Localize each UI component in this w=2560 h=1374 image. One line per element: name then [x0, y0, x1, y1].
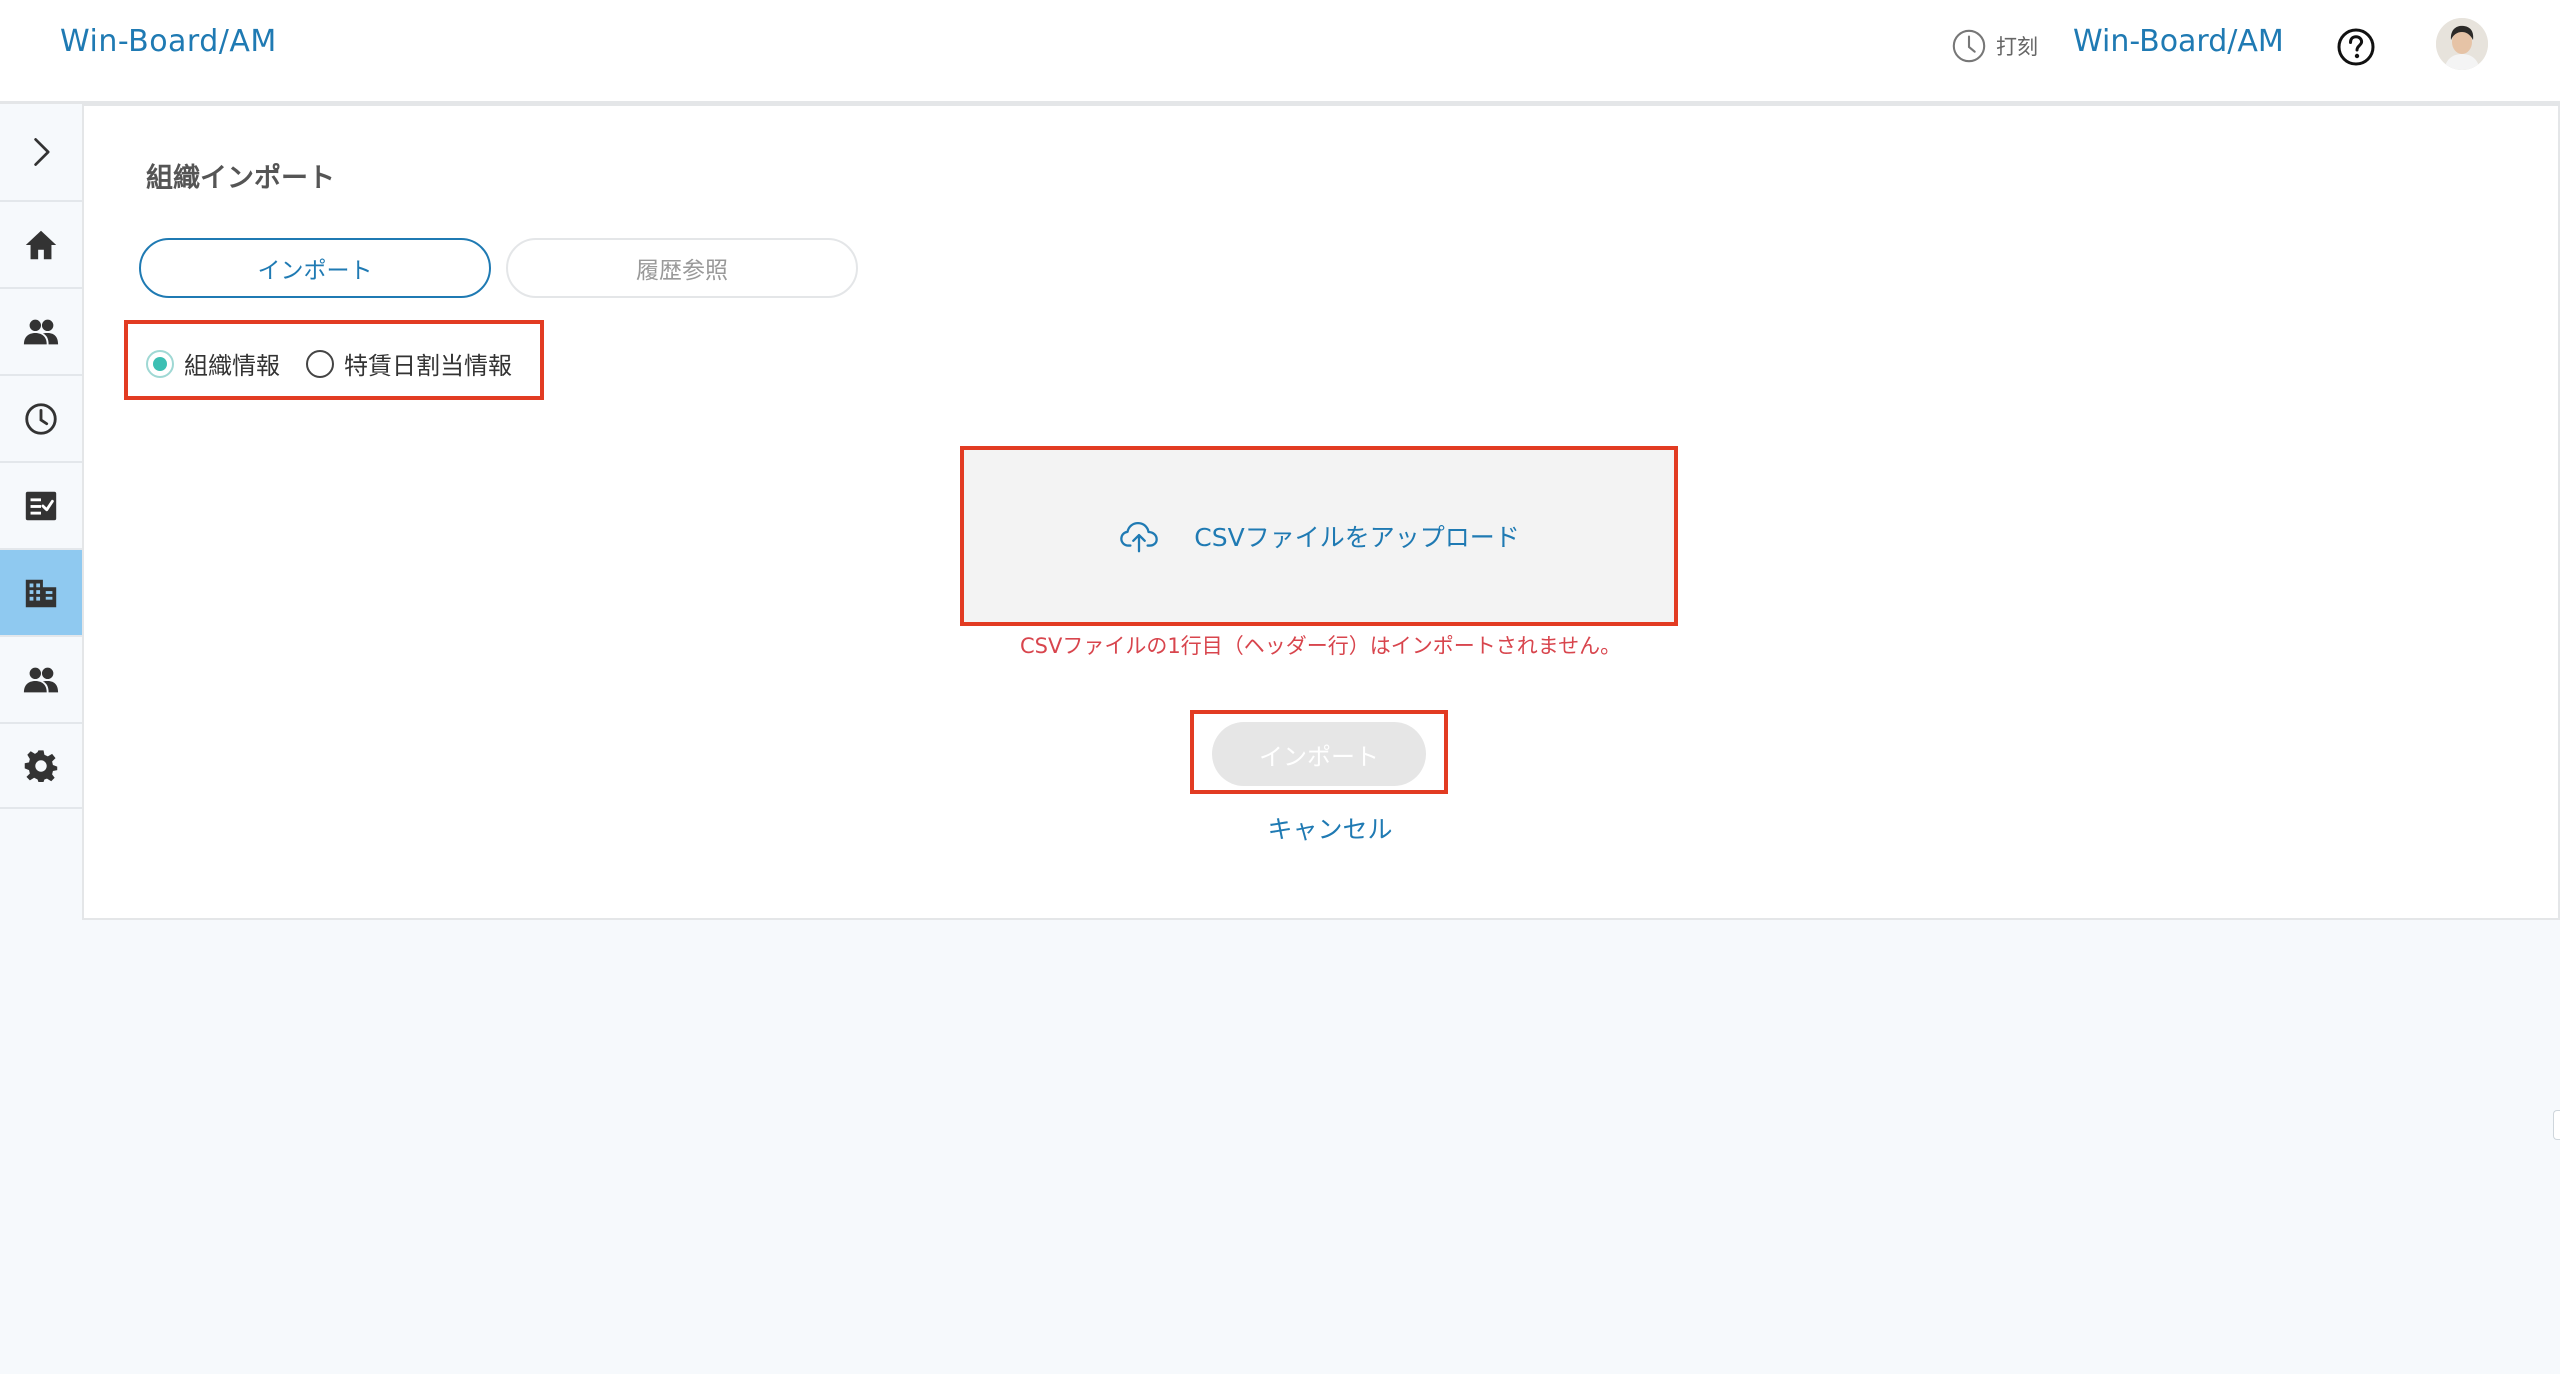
gear-icon: [24, 749, 58, 782]
cancel-link[interactable]: キャンセル: [1260, 810, 1400, 846]
sidebar-item-home[interactable]: [0, 200, 82, 287]
sidebar-item-requests[interactable]: [0, 461, 82, 548]
header-row-warning: CSVファイルの1行目（ヘッダー行）はインポートされません。: [1020, 634, 1622, 658]
sidebar-item-settings[interactable]: [0, 722, 82, 809]
page-title: 組織インポート: [146, 163, 335, 194]
tab-history[interactable]: 履歴参照: [506, 238, 858, 298]
radio-label: 組織情報: [184, 352, 280, 380]
radio-button-checked[interactable]: [146, 349, 174, 378]
building-icon: [25, 579, 57, 607]
tab-import[interactable]: インポート: [139, 238, 491, 298]
import-button[interactable]: インポート: [1212, 722, 1426, 786]
import-button-highlight: インポート: [1190, 710, 1448, 794]
brand-logo[interactable]: Win-Board/AM: [60, 24, 277, 59]
radio-label: 特賃日割当情報: [344, 352, 512, 380]
csv-upload-dropzone[interactable]: CSVファイルをアップロード: [960, 446, 1678, 626]
people-icon: [23, 667, 59, 692]
home-icon: [25, 230, 57, 259]
app-header: Win-Board/AM 打刻 Win-Board/AM: [0, 0, 2560, 104]
sidebar-item-users[interactable]: [0, 287, 82, 374]
tenant-name: Win-Board/AM: [2073, 24, 2284, 59]
sidebar-item-attendance[interactable]: [0, 374, 82, 461]
cloud-upload-icon: [1120, 521, 1159, 553]
chevron-right-icon: [34, 138, 50, 166]
radio-organization-info[interactable]: 組織情報: [146, 346, 280, 381]
user-avatar[interactable]: [2436, 18, 2488, 70]
help-icon[interactable]: [2336, 27, 2376, 67]
radio-button-unchecked[interactable]: [306, 349, 334, 378]
clock-icon: [25, 402, 57, 435]
avatar-icon: [2436, 18, 2488, 70]
edge-panel-handle[interactable]: [2553, 1110, 2560, 1140]
sidebar-item-organization[interactable]: [0, 548, 82, 635]
clock-icon: [1952, 29, 1986, 63]
import-type-selector: 組織情報 特賃日割当情報: [124, 320, 544, 400]
sidebar-item-members[interactable]: [0, 635, 82, 722]
sidebar-expand-toggle[interactable]: [0, 104, 82, 200]
radio-special-rate-info[interactable]: 特賃日割当情報: [306, 346, 512, 381]
upload-content: CSVファイルをアップロード: [964, 450, 1674, 622]
time-clock-button[interactable]: 打刻: [1950, 26, 2040, 66]
people-icon: [23, 319, 59, 344]
sidebar: [0, 104, 82, 1374]
upload-label: CSVファイルをアップロード: [1194, 523, 1520, 552]
checklist-icon: [25, 491, 57, 520]
main-panel: 組織インポート インポート 履歴参照 組織情報 特賃日割当情報 CSVファイルを…: [82, 104, 2560, 920]
time-clock-label: 打刻: [1996, 35, 2038, 59]
